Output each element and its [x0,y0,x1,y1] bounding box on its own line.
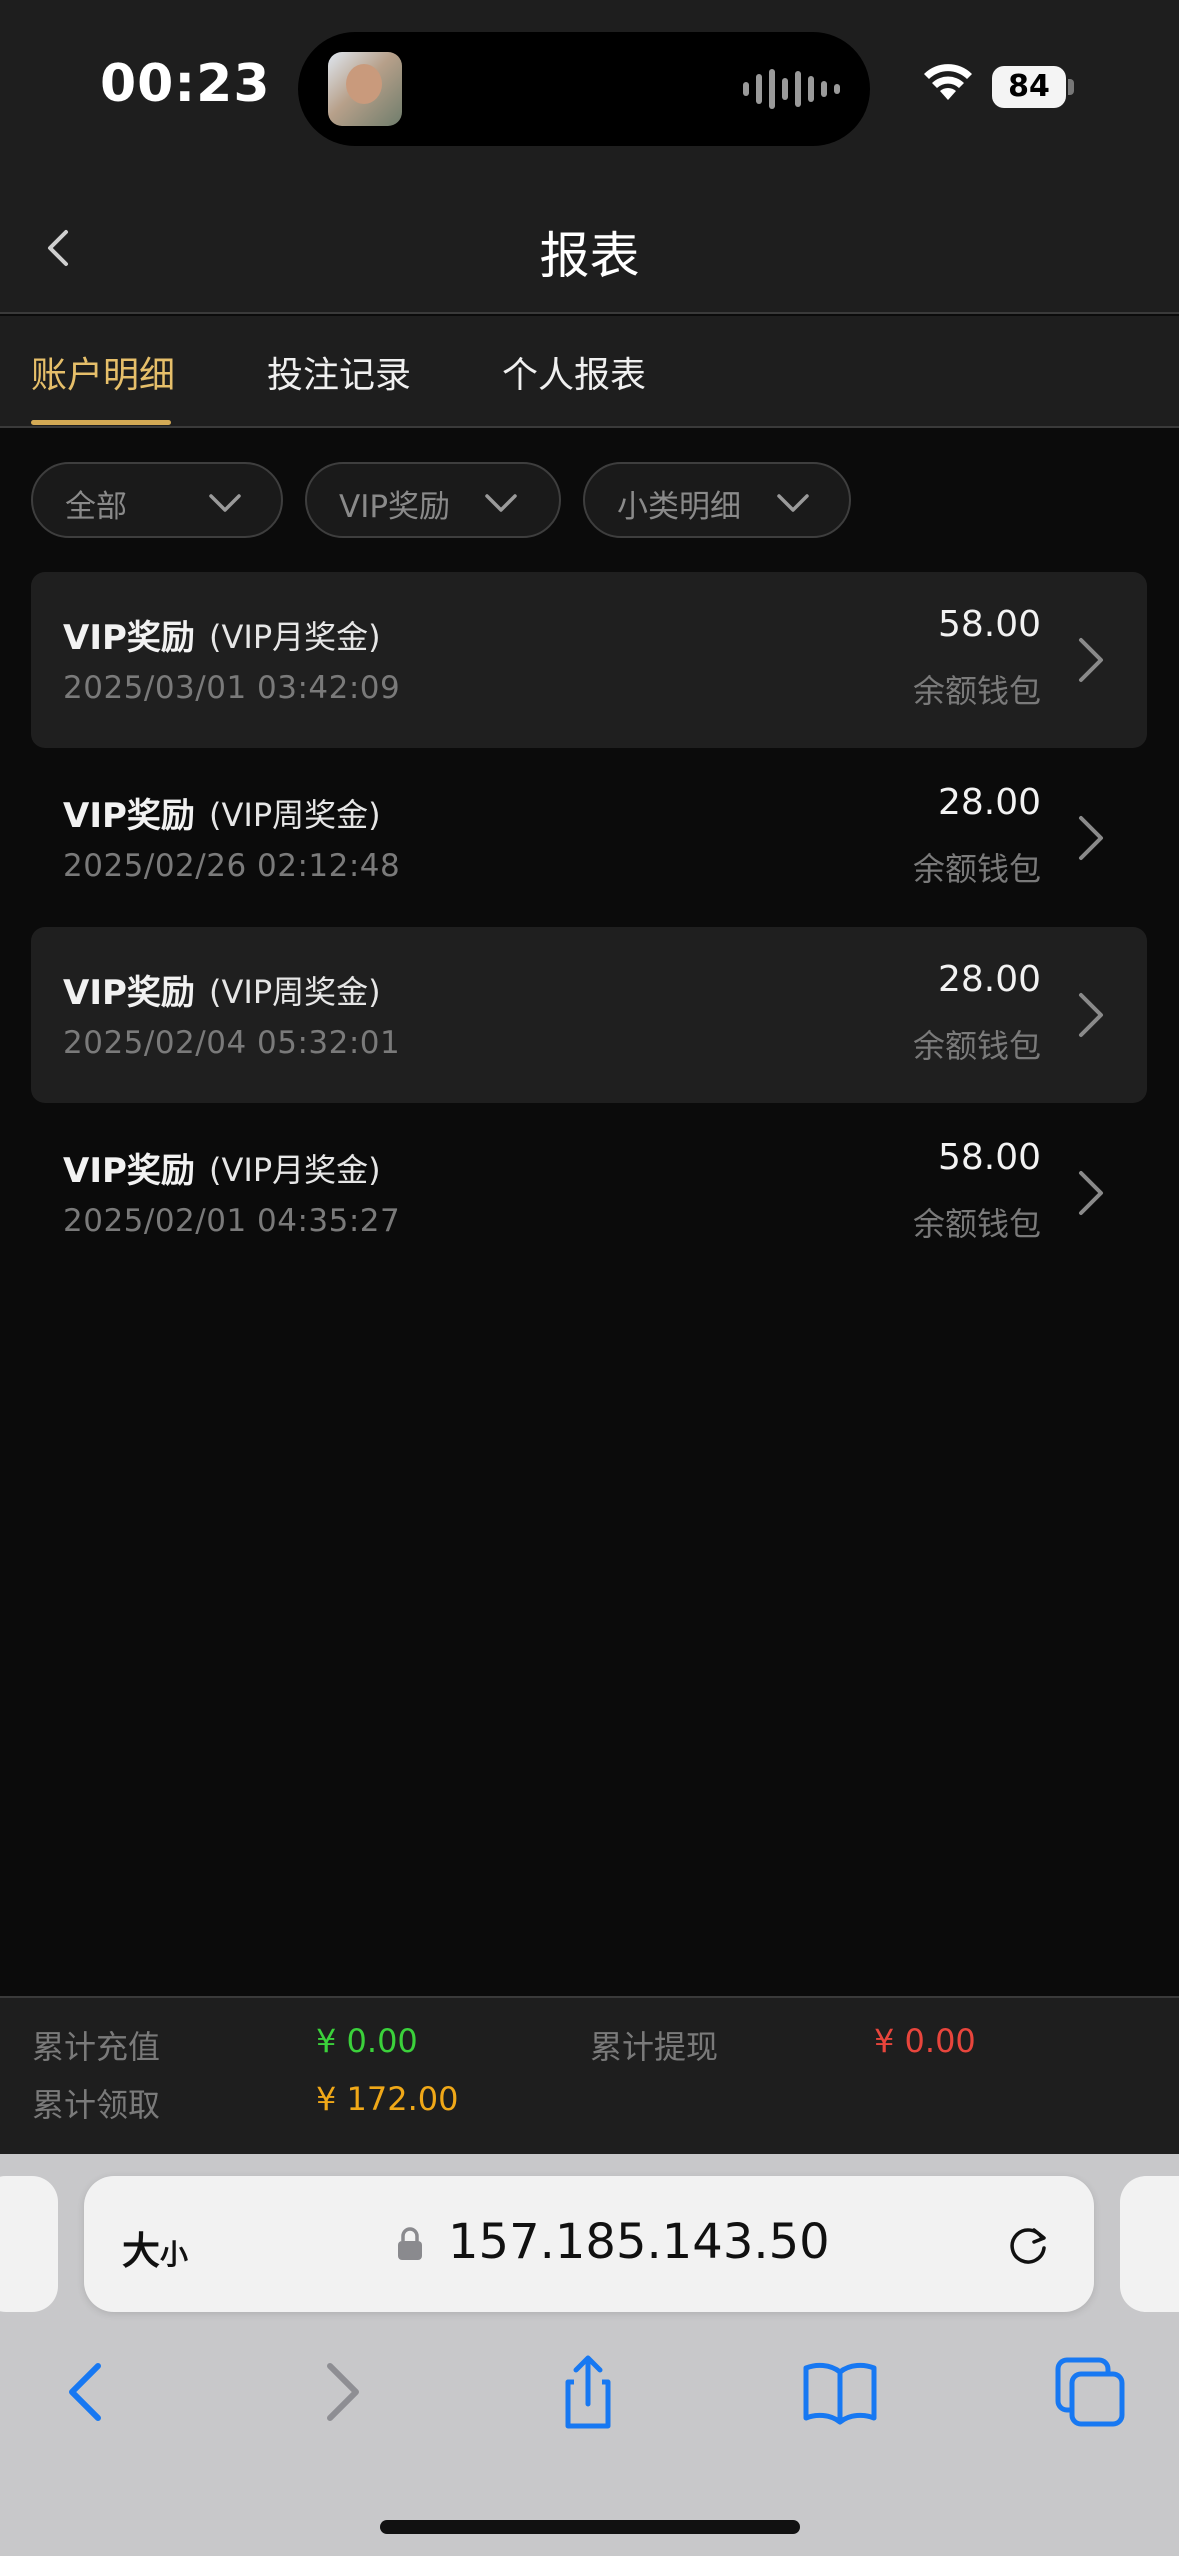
record-wallet: 余额钱包 [912,672,1041,710]
record-amount: 28.00 [937,782,1041,823]
forward-arrow-icon[interactable] [300,2352,380,2432]
nav-bar: 报表 [0,180,1179,314]
record-datetime: 2025/03/01 03:42:09 [63,670,401,706]
record-wallet: 余额钱包 [912,1027,1041,1065]
record-datetime: 2025/02/26 02:12:48 [63,848,401,884]
total-withdraw-value: ¥ 0.00 [874,2022,976,2060]
chevron-right-icon [1079,993,1103,1037]
record-datetime: 2025/02/01 04:35:27 [63,1203,401,1239]
chevron-down-icon [209,494,241,512]
lock-icon [398,2227,422,2260]
total-claimed-label: 累计领取 [32,2086,161,2124]
tab-personal-report[interactable]: 个人报表 [502,346,646,398]
address-bar[interactable]: 大小 157.185.143.50 [84,2176,1094,2312]
active-tab-indicator [31,420,171,425]
filter-subcategory-dropdown[interactable]: 小类明细 [583,462,851,538]
record-wallet: 余额钱包 [912,1205,1041,1243]
text-size-button[interactable]: 大小 [122,2220,188,2275]
record-row[interactable]: VIP奖励 (VIP周奖金) 2025/02/04 05:32:01 28.00… [31,927,1147,1103]
status-bar: 00:23 84 [0,0,1179,180]
chevron-right-icon [1079,638,1103,682]
record-amount: 58.00 [937,1137,1041,1178]
record-row[interactable]: VIP奖励 (VIP月奖金) 2025/03/01 03:42:09 58.00… [31,572,1147,748]
battery-indicator: 84 [992,66,1066,108]
now-playing-thumbnail [328,52,402,126]
text-size-big: 大 [122,2229,161,2273]
back-arrow-icon[interactable] [48,2352,128,2432]
text-size-small: 小 [160,2238,189,2271]
share-icon[interactable] [548,2352,628,2432]
record-row[interactable]: VIP奖励 (VIP月奖金) 2025/02/01 04:35:27 58.00… [31,1105,1147,1281]
chevron-right-icon [1079,1171,1103,1215]
home-indicator [380,2520,800,2534]
filter-label: 小类明细 [617,489,741,525]
record-datetime: 2025/02/04 05:32:01 [63,1025,401,1061]
previous-tab-preview[interactable] [0,2176,58,2312]
record-subtitle: (VIP月奖金) [209,1151,381,1189]
audio-waveform-icon [743,66,840,112]
filter-type-dropdown[interactable]: VIP奖励 [305,462,561,538]
total-withdraw-label: 累计提现 [590,2028,719,2066]
status-time: 00:23 [100,54,271,114]
record-subtitle: (VIP周奖金) [209,796,381,834]
tab-account-details[interactable]: 账户明细 [31,346,175,398]
tabs-icon[interactable] [1050,2352,1130,2432]
filter-label: 全部 [65,489,127,525]
total-deposit-label: 累计充值 [32,2028,161,2066]
tab-bet-records[interactable]: 投注记录 [267,346,411,398]
tab-bar: 账户明细 投注记录 个人报表 [0,316,1179,428]
record-title: VIP奖励 [63,796,195,836]
filter-label: VIP奖励 [339,489,451,525]
record-subtitle: (VIP月奖金) [209,618,381,656]
filter-bar: 全部 VIP奖励 小类明细 [0,430,1179,570]
chevron-right-icon [1079,816,1103,860]
reload-icon[interactable] [1002,2218,1054,2270]
chevron-down-icon [485,494,517,512]
record-title: VIP奖励 [63,1151,195,1191]
summary-footer: 累计充值 ¥ 0.00 累计提现 ¥ 0.00 累计领取 ¥ 172.00 [0,1996,1179,2154]
battery-tip [1068,79,1074,95]
bookmarks-icon[interactable] [800,2352,880,2432]
wifi-icon [924,64,972,100]
record-title: VIP奖励 [63,618,195,658]
page-title: 报表 [539,227,640,285]
chevron-down-icon [777,494,809,512]
total-claimed-value: ¥ 172.00 [316,2080,459,2118]
filter-all-dropdown[interactable]: 全部 [31,462,283,538]
total-deposit-value: ¥ 0.00 [316,2022,418,2060]
next-tab-preview[interactable] [1120,2176,1179,2312]
record-amount: 58.00 [937,604,1041,645]
url-text: 157.185.143.50 [448,2214,830,2270]
dynamic-island[interactable] [298,32,870,146]
record-row[interactable]: VIP奖励 (VIP周奖金) 2025/02/26 02:12:48 28.00… [31,750,1147,926]
browser-toolbar: 大小 157.185.143.50 [0,2154,1179,2556]
record-title: VIP奖励 [63,973,195,1013]
record-subtitle: (VIP周奖金) [209,973,381,1011]
record-amount: 28.00 [937,959,1041,1000]
record-wallet: 余额钱包 [912,850,1041,888]
